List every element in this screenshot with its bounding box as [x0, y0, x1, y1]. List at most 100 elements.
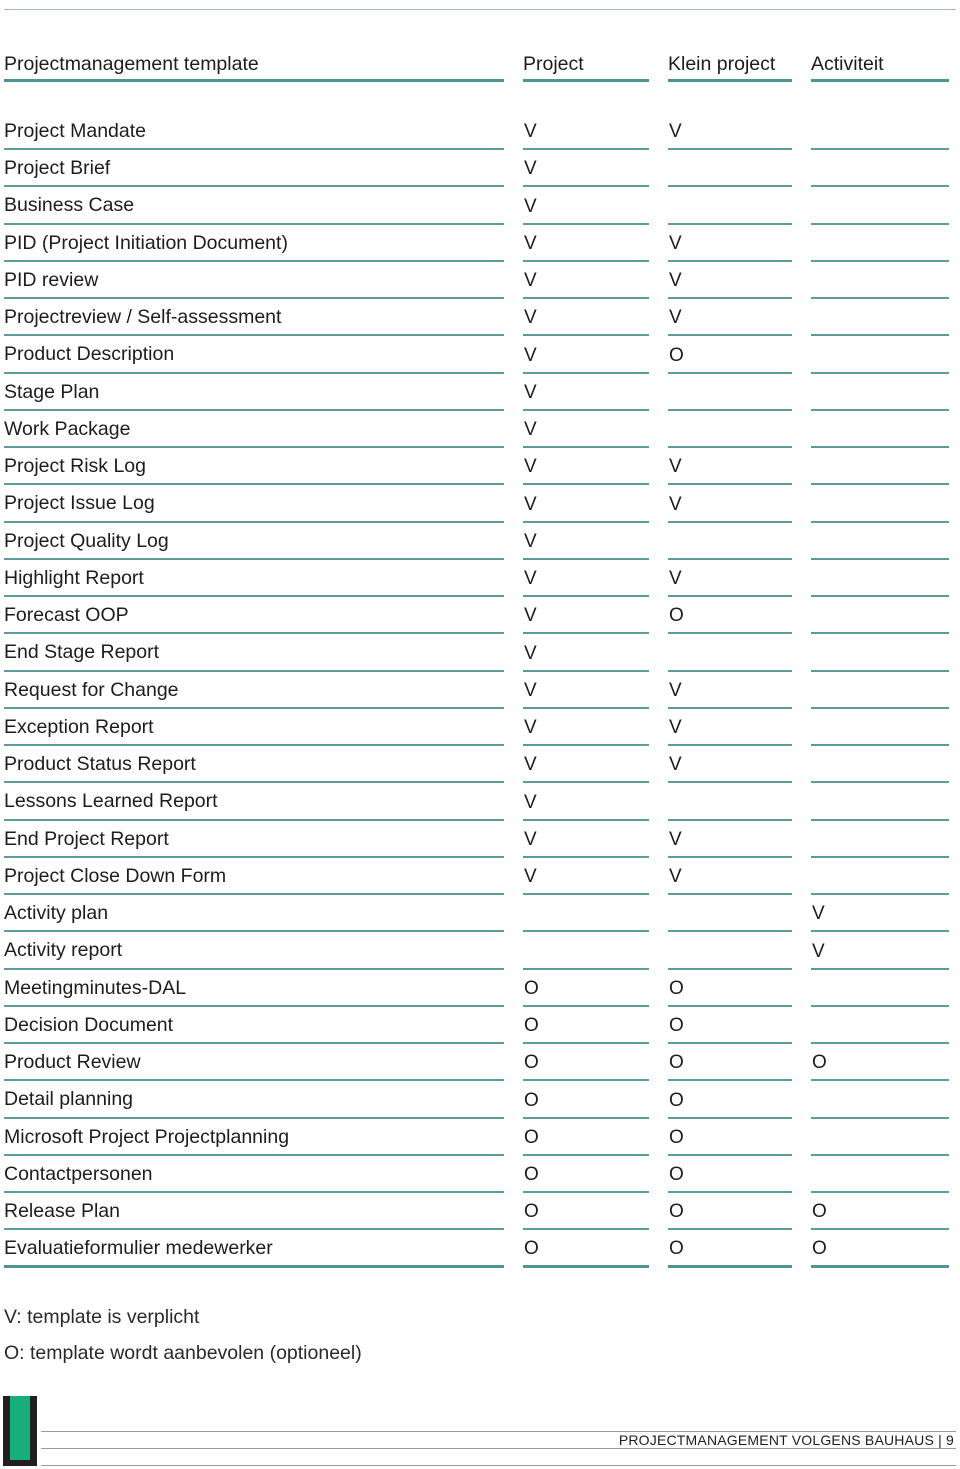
cell-klein-project: O	[668, 1193, 792, 1231]
table-row: Business Case V	[0, 188, 960, 225]
cell-activiteit	[811, 448, 949, 486]
cell-klein-project: V	[668, 262, 792, 299]
cell-activiteit: O	[811, 1231, 949, 1268]
cell-klein-project: V	[668, 709, 792, 746]
table-row: Product Description V O	[0, 337, 960, 374]
legend-v: V: template is verplicht	[4, 1306, 200, 1328]
table-row: Highlight Report V V	[0, 560, 960, 597]
table-row: Evaluatieformulier medewerker O O O	[0, 1231, 960, 1268]
cell-activiteit	[811, 858, 949, 895]
template-name: Projectreview / Self-assessment	[4, 299, 504, 337]
template-name: Project Mandate	[4, 113, 504, 150]
footer-rule	[41, 1448, 956, 1449]
table-row: Work Package V	[0, 411, 960, 448]
table-row: Detail planning O O	[0, 1082, 960, 1119]
template-name: Meetingminutes-DAL	[4, 970, 504, 1007]
template-name: Request for Change	[4, 672, 504, 709]
template-name: Activity plan	[4, 895, 504, 933]
table-row: Product Status Report V V	[0, 746, 960, 784]
table-row: Activity report V	[0, 933, 960, 970]
table-row: Project Mandate V V	[0, 113, 960, 150]
cell-klein-project: O	[668, 597, 792, 635]
template-name: Release Plan	[4, 1193, 504, 1231]
cell-klein-project	[668, 784, 792, 821]
cell-activiteit	[811, 709, 949, 746]
cell-activiteit: V	[811, 895, 949, 933]
table-row: Project Risk Log V V	[0, 448, 960, 486]
template-name: Project Close Down Form	[4, 858, 504, 895]
cell-project: V	[523, 486, 649, 523]
cell-project: V	[523, 560, 649, 597]
template-name: Product Review	[4, 1044, 504, 1082]
cell-activiteit	[811, 374, 949, 411]
cell-klein-project: V	[668, 448, 792, 486]
cell-activiteit	[811, 188, 949, 225]
template-name: Lessons Learned Report	[4, 784, 504, 821]
cell-project: V	[523, 262, 649, 299]
template-name: Detail planning	[4, 1082, 504, 1119]
cell-project: V	[523, 374, 649, 411]
template-name: Evaluatieformulier medewerker	[4, 1231, 504, 1268]
cell-activiteit	[811, 560, 949, 597]
cell-project: V	[523, 299, 649, 337]
table-row: Release Plan O O O	[0, 1193, 960, 1231]
cell-klein-project: O	[668, 1082, 792, 1119]
table-row: Project Quality Log V	[0, 523, 960, 560]
table-row: Meetingminutes-DAL O O	[0, 970, 960, 1007]
cell-klein-project: O	[668, 1231, 792, 1268]
cell-klein-project: V	[668, 225, 792, 262]
template-name: PID (Project Initiation Document)	[4, 225, 504, 262]
cell-project: V	[523, 746, 649, 784]
table-header: Projectmanagement template Project Klein…	[0, 48, 960, 82]
template-name: Business Case	[4, 188, 504, 225]
header-activiteit: Activiteit	[811, 48, 949, 82]
template-name: Project Risk Log	[4, 448, 504, 486]
cell-activiteit	[811, 672, 949, 709]
cell-klein-project: O	[668, 1044, 792, 1082]
table-row: Contactpersonen O O	[0, 1156, 960, 1193]
cell-project: O	[523, 1193, 649, 1231]
cell-project: V	[523, 821, 649, 858]
template-name: Contactpersonen	[4, 1156, 504, 1193]
template-name: Product Status Report	[4, 746, 504, 784]
cell-project: V	[523, 523, 649, 560]
template-name: Decision Document	[4, 1007, 504, 1044]
cell-activiteit	[811, 1119, 949, 1156]
cell-project: V	[523, 113, 649, 150]
cell-activiteit	[811, 635, 949, 672]
template-name: Microsoft Project Projectplanning	[4, 1119, 504, 1156]
cell-activiteit	[811, 1082, 949, 1119]
cell-project: O	[523, 1231, 649, 1268]
cell-klein-project	[668, 635, 792, 672]
cell-klein-project: V	[668, 821, 792, 858]
legend-o: O: template wordt aanbevolen (optioneel)	[4, 1342, 362, 1364]
cell-klein-project	[668, 895, 792, 933]
top-rule	[4, 9, 956, 10]
cell-project: V	[523, 709, 649, 746]
cell-klein-project: O	[668, 1156, 792, 1193]
cell-activiteit	[811, 411, 949, 448]
table-row: Activity plan V	[0, 895, 960, 933]
cell-project: V	[523, 858, 649, 895]
cell-project	[523, 933, 649, 970]
cell-project: O	[523, 1119, 649, 1156]
cell-klein-project: V	[668, 858, 792, 895]
table-row: Project Issue Log V V	[0, 486, 960, 523]
table-row: Stage Plan V	[0, 374, 960, 411]
cell-project: O	[523, 970, 649, 1007]
template-name: Forecast OOP	[4, 597, 504, 635]
cell-klein-project: V	[668, 560, 792, 597]
cell-project: O	[523, 1156, 649, 1193]
cell-klein-project: V	[668, 486, 792, 523]
cell-project: O	[523, 1007, 649, 1044]
cell-klein-project	[668, 150, 792, 188]
cell-klein-project	[668, 188, 792, 225]
table-row: Decision Document O O	[0, 1007, 960, 1044]
cell-project: V	[523, 150, 649, 188]
template-name: PID review	[4, 262, 504, 299]
header-template: Projectmanagement template	[4, 48, 504, 82]
table-row: Projectreview / Self-assessment V V	[0, 299, 960, 337]
header-project: Project	[523, 48, 649, 82]
table-row: Request for Change V V	[0, 672, 960, 709]
footer-rule	[41, 1465, 956, 1466]
